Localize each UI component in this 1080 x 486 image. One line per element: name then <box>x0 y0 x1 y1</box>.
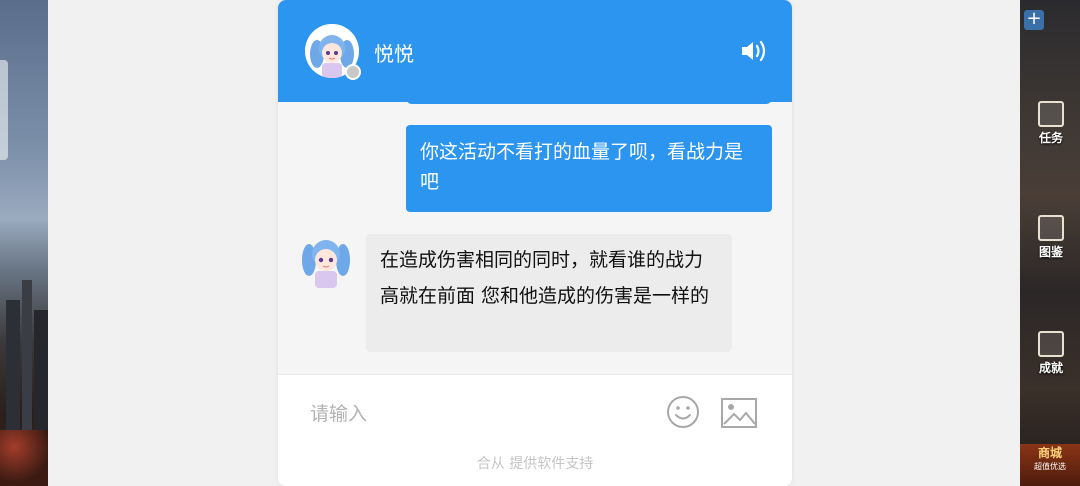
chat-window: 悦悦 你这活动不看打的血量了呗，看战力是吧 在造成伤害相同的同时，就看谁的战力高… <box>278 0 792 486</box>
sidebar-item-handbook[interactable]: 图鉴 <box>1026 206 1076 268</box>
powered-by-text: 合从 提供软件支持 <box>476 456 594 472</box>
task-icon <box>1038 100 1064 127</box>
shop-button[interactable]: 商城 超值优选 <box>1020 444 1080 486</box>
add-button[interactable]: + <box>1024 10 1044 30</box>
game-background-left <box>0 0 48 486</box>
game-scene-fire <box>0 430 48 486</box>
drawer-handle[interactable] <box>0 60 8 160</box>
message-input[interactable] <box>310 397 640 431</box>
game-sidebar: 任务 图鉴 成就 <box>1020 0 1080 486</box>
message-list[interactable]: 你这活动不看打的血量了呗，看战力是吧 在造成伤害相同的同时，就看谁的战力高就在前… <box>278 102 792 374</box>
shop-label: 商城 <box>1037 446 1062 460</box>
sidebar-item-label: 图鉴 <box>1038 244 1063 259</box>
image-icon[interactable] <box>720 397 758 429</box>
achievement-icon <box>1038 330 1064 357</box>
handbook-icon <box>1038 214 1064 241</box>
anime-girl-avatar <box>300 234 352 288</box>
smile-icon[interactable] <box>666 395 700 429</box>
previous-message-bubble <box>406 102 772 104</box>
agent-name: 悦悦 <box>374 42 414 66</box>
incoming-message: 在造成伤害相同的同时，就看谁的战力高就在前面 您和他造成的伤害是一样的 <box>366 234 732 352</box>
composer: 合从 提供软件支持 <box>278 374 792 486</box>
sidebar-item-label: 任务 <box>1038 130 1063 145</box>
outgoing-message: 你这活动不看打的血量了呗，看战力是吧 <box>406 125 772 212</box>
sidebar-item-achievement[interactable]: 成就 <box>1026 322 1076 384</box>
chat-header: 悦悦 <box>278 0 792 102</box>
sidebar-item-task[interactable]: 任务 <box>1026 92 1076 154</box>
speaker-icon[interactable] <box>740 38 768 64</box>
shop-sublabel: 超值优选 <box>1034 462 1066 471</box>
offline-status-dot <box>345 64 361 80</box>
sidebar-item-label: 成就 <box>1038 360 1063 375</box>
